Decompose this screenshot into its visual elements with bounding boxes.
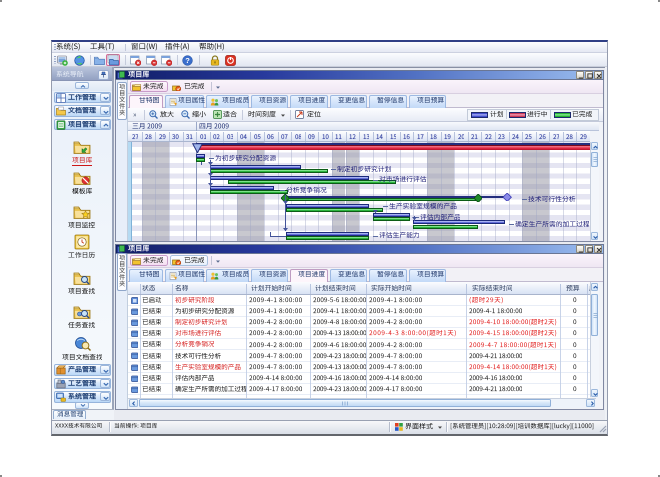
svg-text:?: ? — [185, 56, 190, 65]
